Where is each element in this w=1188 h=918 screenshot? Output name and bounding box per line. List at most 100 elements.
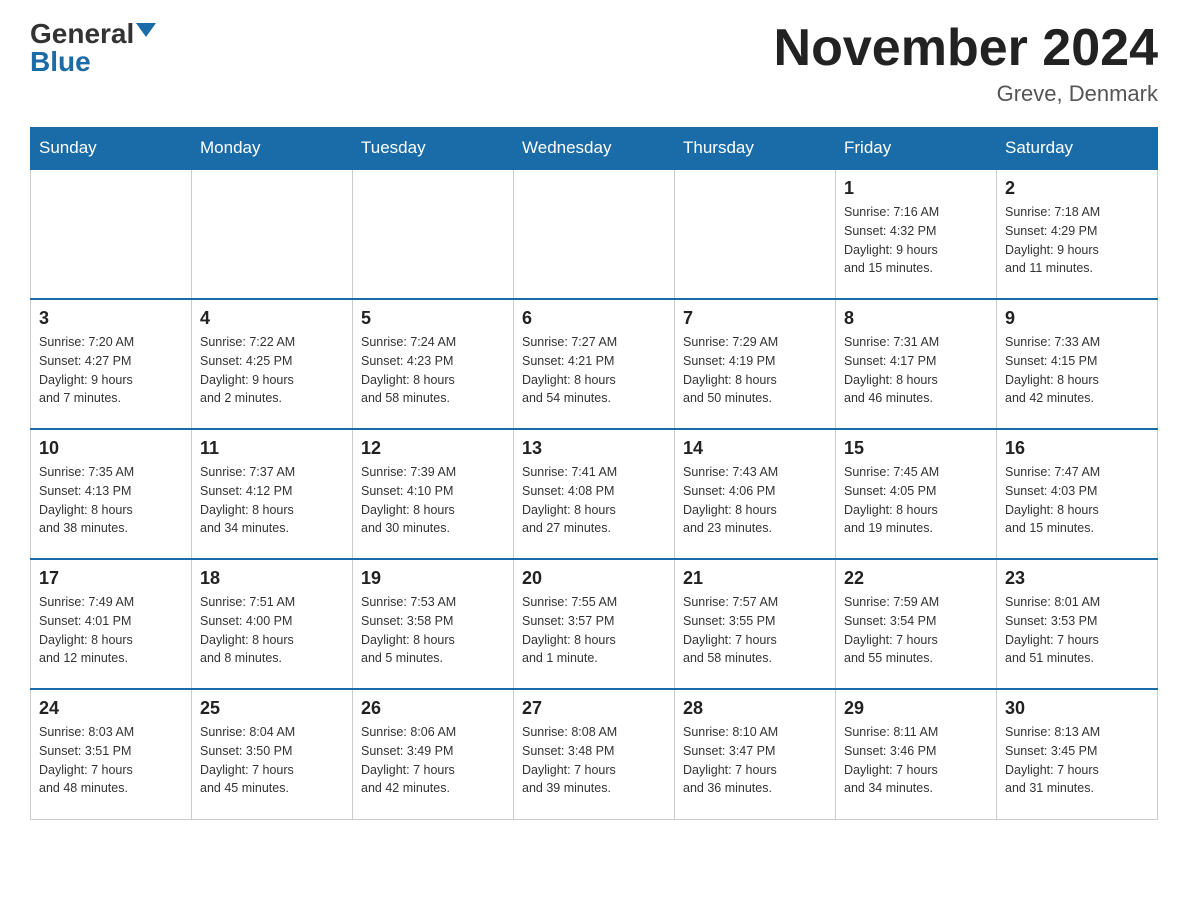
calendar-cell: 11Sunrise: 7:37 AM Sunset: 4:12 PM Dayli… — [192, 429, 353, 559]
day-number: 14 — [683, 438, 827, 459]
day-info: Sunrise: 7:49 AM Sunset: 4:01 PM Dayligh… — [39, 593, 183, 668]
calendar-cell: 29 Sunrise: 8:11 AM Sunset: 3:46 PM Dayli… — [836, 689, 997, 819]
day-number: 29 — [844, 698, 988, 719]
day-number: 4 — [200, 308, 344, 329]
day-info: Sunrise: 7:31 AM Sunset: 4:17 PM Dayligh… — [844, 333, 988, 408]
day-info: Sunrise: 7:35 AM Sunset: 4:13 PM Dayligh… — [39, 463, 183, 538]
header: General Blue November 2024 Greve, Denmar… — [30, 20, 1158, 107]
day-number: 13 — [522, 438, 666, 459]
day-info: Sunrise: 7:55 AM Sunset: 3:57 PM Dayligh… — [522, 593, 666, 668]
calendar-cell — [514, 169, 675, 299]
logo-general-text: General — [30, 20, 134, 48]
calendar-cell: 7 Sunrise: 7:29 AM Sunset: 4:19 PM Daylig… — [675, 299, 836, 429]
day-number: 11 — [200, 438, 344, 459]
calendar-cell: 13 Sunrise: 7:41 AM Sunset: 4:08 PM Dayli… — [514, 429, 675, 559]
calendar-cell: 21 Sunrise: 7:57 AM Sunset: 3:55 PM Dayli… — [675, 559, 836, 689]
logo-triangle-icon — [136, 23, 156, 37]
day-info: Sunrise: 7:57 AM Sunset: 3:55 PM Dayligh… — [683, 593, 827, 668]
day-number: 2 — [1005, 178, 1149, 199]
day-info: Sunrise: 8:11 AM Sunset: 3:46 PM Dayligh… — [844, 723, 988, 798]
calendar-cell: 5 Sunrise: 7:24 AM Sunset: 4:23 PM Daylig… — [353, 299, 514, 429]
day-info: Sunrise: 7:39 AM Sunset: 4:10 PM Dayligh… — [361, 463, 505, 538]
day-info: Sunrise: 7:18 AM Sunset: 4:29 PM Dayligh… — [1005, 203, 1149, 278]
day-number: 16 — [1005, 438, 1149, 459]
day-number: 15 — [844, 438, 988, 459]
calendar-cell — [353, 169, 514, 299]
day-info: Sunrise: 7:33 AM Sunset: 4:15 PM Dayligh… — [1005, 333, 1149, 408]
calendar-cell: 23Sunrise: 8:01 AM Sunset: 3:53 PM Dayli… — [997, 559, 1158, 689]
col-header-saturday: Saturday — [997, 128, 1158, 170]
calendar-table: SundayMondayTuesdayWednesdayThursdayFrid… — [30, 127, 1158, 820]
day-number: 6 — [522, 308, 666, 329]
calendar-week-1: 1 Sunrise: 7:16 AM Sunset: 4:32 PM Daylig… — [31, 169, 1158, 299]
day-info: Sunrise: 7:43 AM Sunset: 4:06 PM Dayligh… — [683, 463, 827, 538]
calendar-cell: 12Sunrise: 7:39 AM Sunset: 4:10 PM Dayli… — [353, 429, 514, 559]
calendar-cell: 24Sunrise: 8:03 AM Sunset: 3:51 PM Dayli… — [31, 689, 192, 819]
logo-blue-text: Blue — [30, 48, 91, 76]
calendar-week-2: 3Sunrise: 7:20 AM Sunset: 4:27 PM Daylig… — [31, 299, 1158, 429]
calendar-cell: 19Sunrise: 7:53 AM Sunset: 3:58 PM Dayli… — [353, 559, 514, 689]
calendar-cell: 16 Sunrise: 7:47 AM Sunset: 4:03 PM Dayli… — [997, 429, 1158, 559]
calendar-week-5: 24Sunrise: 8:03 AM Sunset: 3:51 PM Dayli… — [31, 689, 1158, 819]
day-number: 18 — [200, 568, 344, 589]
day-number: 22 — [844, 568, 988, 589]
calendar-cell: 10Sunrise: 7:35 AM Sunset: 4:13 PM Dayli… — [31, 429, 192, 559]
calendar-cell: 3Sunrise: 7:20 AM Sunset: 4:27 PM Daylig… — [31, 299, 192, 429]
day-number: 30 — [1005, 698, 1149, 719]
day-info: Sunrise: 7:27 AM Sunset: 4:21 PM Dayligh… — [522, 333, 666, 408]
title-area: November 2024 Greve, Denmark — [774, 20, 1158, 107]
calendar-cell — [675, 169, 836, 299]
day-info: Sunrise: 7:29 AM Sunset: 4:19 PM Dayligh… — [683, 333, 827, 408]
day-number: 7 — [683, 308, 827, 329]
calendar-cell: 8 Sunrise: 7:31 AM Sunset: 4:17 PM Daylig… — [836, 299, 997, 429]
calendar-cell — [192, 169, 353, 299]
calendar-cell: 6 Sunrise: 7:27 AM Sunset: 4:21 PM Daylig… — [514, 299, 675, 429]
col-header-monday: Monday — [192, 128, 353, 170]
day-info: Sunrise: 7:59 AM Sunset: 3:54 PM Dayligh… — [844, 593, 988, 668]
day-number: 26 — [361, 698, 505, 719]
col-header-friday: Friday — [836, 128, 997, 170]
col-header-wednesday: Wednesday — [514, 128, 675, 170]
calendar-cell: 2 Sunrise: 7:18 AM Sunset: 4:29 PM Daylig… — [997, 169, 1158, 299]
day-info: Sunrise: 7:20 AM Sunset: 4:27 PM Dayligh… — [39, 333, 183, 408]
calendar-cell: 30 Sunrise: 8:13 AM Sunset: 3:45 PM Dayli… — [997, 689, 1158, 819]
day-number: 21 — [683, 568, 827, 589]
calendar-cell: 26 Sunrise: 8:06 AM Sunset: 3:49 PM Dayli… — [353, 689, 514, 819]
day-number: 25 — [200, 698, 344, 719]
day-info: Sunrise: 7:53 AM Sunset: 3:58 PM Dayligh… — [361, 593, 505, 668]
day-number: 23 — [1005, 568, 1149, 589]
calendar-title: November 2024 — [774, 20, 1158, 77]
calendar-week-4: 17 Sunrise: 7:49 AM Sunset: 4:01 PM Dayli… — [31, 559, 1158, 689]
day-number: 28 — [683, 698, 827, 719]
day-number: 8 — [844, 308, 988, 329]
day-number: 5 — [361, 308, 505, 329]
day-info: Sunrise: 8:08 AM Sunset: 3:48 PM Dayligh… — [522, 723, 666, 798]
day-info: Sunrise: 7:41 AM Sunset: 4:08 PM Dayligh… — [522, 463, 666, 538]
day-info: Sunrise: 8:04 AM Sunset: 3:50 PM Dayligh… — [200, 723, 344, 798]
day-info: Sunrise: 7:47 AM Sunset: 4:03 PM Dayligh… — [1005, 463, 1149, 538]
day-info: Sunrise: 8:13 AM Sunset: 3:45 PM Dayligh… — [1005, 723, 1149, 798]
calendar-header-row: SundayMondayTuesdayWednesdayThursdayFrid… — [31, 128, 1158, 170]
day-info: Sunrise: 8:03 AM Sunset: 3:51 PM Dayligh… — [39, 723, 183, 798]
calendar-cell: 14 Sunrise: 7:43 AM Sunset: 4:06 PM Dayli… — [675, 429, 836, 559]
calendar-cell: 22 Sunrise: 7:59 AM Sunset: 3:54 PM Dayli… — [836, 559, 997, 689]
day-number: 1 — [844, 178, 988, 199]
calendar-subtitle: Greve, Denmark — [774, 81, 1158, 107]
calendar-cell: 15 Sunrise: 7:45 AM Sunset: 4:05 PM Dayli… — [836, 429, 997, 559]
calendar-cell: 27Sunrise: 8:08 AM Sunset: 3:48 PM Dayli… — [514, 689, 675, 819]
calendar-cell: 20Sunrise: 7:55 AM Sunset: 3:57 PM Dayli… — [514, 559, 675, 689]
calendar-cell: 25 Sunrise: 8:04 AM Sunset: 3:50 PM Dayli… — [192, 689, 353, 819]
day-info: Sunrise: 8:06 AM Sunset: 3:49 PM Dayligh… — [361, 723, 505, 798]
calendar-cell: 17 Sunrise: 7:49 AM Sunset: 4:01 PM Dayli… — [31, 559, 192, 689]
calendar-cell: 28Sunrise: 8:10 AM Sunset: 3:47 PM Dayli… — [675, 689, 836, 819]
day-info: Sunrise: 7:51 AM Sunset: 4:00 PM Dayligh… — [200, 593, 344, 668]
calendar-cell: 4 Sunrise: 7:22 AM Sunset: 4:25 PM Daylig… — [192, 299, 353, 429]
day-number: 17 — [39, 568, 183, 589]
day-info: Sunrise: 7:16 AM Sunset: 4:32 PM Dayligh… — [844, 203, 988, 278]
logo: General Blue — [30, 20, 156, 76]
day-info: Sunrise: 7:45 AM Sunset: 4:05 PM Dayligh… — [844, 463, 988, 538]
day-info: Sunrise: 7:22 AM Sunset: 4:25 PM Dayligh… — [200, 333, 344, 408]
calendar-cell — [31, 169, 192, 299]
col-header-tuesday: Tuesday — [353, 128, 514, 170]
day-info: Sunrise: 7:24 AM Sunset: 4:23 PM Dayligh… — [361, 333, 505, 408]
